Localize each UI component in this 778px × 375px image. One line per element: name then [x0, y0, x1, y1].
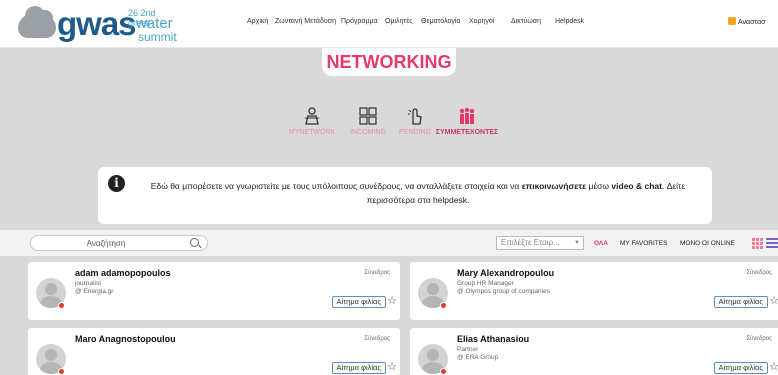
star-icon[interactable]: ☆ — [769, 360, 778, 373]
offline-status-icon — [58, 368, 65, 375]
filter-favorites[interactable]: MY FAVORITES — [620, 240, 667, 247]
participant-role: Σύνεδρος — [746, 270, 772, 276]
nav-item[interactable]: Πρόγραμμα — [341, 18, 378, 25]
tab-label: MYNETWORK — [288, 129, 336, 136]
participant-title: journalist — [75, 280, 102, 287]
friend-request-button[interactable]: Αίτημα φιλίας — [713, 296, 768, 308]
search-box — [30, 235, 208, 251]
nav-item[interactable]: Ζωντανή Μετάδοση — [275, 18, 336, 25]
participant-company: @ Olympos group of companies — [457, 288, 550, 295]
pending-icon — [408, 108, 422, 125]
page-title: NETWORKING — [326, 52, 452, 72]
filter-online[interactable]: ΜΟΝΟ ΟΙ ONLINE — [680, 240, 735, 247]
participants-icon — [459, 107, 475, 124]
grid-view-icon[interactable] — [752, 238, 763, 249]
participant-company: @ Energia.gr — [75, 288, 114, 295]
filter-all[interactable]: ΟΛΑ — [594, 240, 608, 247]
nav-item[interactable]: Χορηγοί — [469, 18, 494, 25]
tab-label: INCOMING — [350, 129, 386, 136]
info-text: Εδώ θα μπορέσετε να γνωριστείτε με τους … — [150, 181, 686, 205]
participant-role: Σύνεδρος — [364, 270, 390, 276]
page-title-box: NETWORKING — [322, 48, 456, 76]
company-select[interactable]: Επιλέξτε Εταιρ... ▼ — [496, 236, 584, 250]
tab-mynetwork[interactable]: MYNETWORK — [282, 106, 342, 136]
participant-card[interactable]: Elias Athanasiou Partner @ ERA Group Σύν… — [410, 328, 778, 375]
nav-item[interactable]: Θεματολογία — [421, 18, 460, 25]
top-header: gwas 26 2nd greek water summit Αρχική Ζων… — [0, 0, 778, 48]
participant-name[interactable]: adam adamopopoulos — [75, 268, 171, 278]
participant-name[interactable]: Maro Anagnostopoulou — [75, 334, 176, 344]
filter-bar: Επιλέξτε Εταιρ... ▼ ΟΛΑ MY FAVORITES ΜΟΝ… — [0, 230, 778, 256]
search-input[interactable] — [31, 236, 181, 250]
participant-company: @ ERA Group — [457, 354, 499, 361]
participant-name[interactable]: Mary Alexandropoulou — [457, 268, 554, 278]
tab-participants[interactable]: ΣΥΜΜΕΤΕΧΟΝΤΕΣ — [427, 106, 507, 136]
participant-card[interactable]: Maro Anagnostopoulou Σύνεδρος Αίτημα φιλ… — [28, 328, 400, 375]
participant-card[interactable]: adam adamopopoulos journalist @ Energia.… — [28, 262, 400, 320]
star-icon[interactable]: ☆ — [387, 294, 397, 307]
info-icon: i — [108, 175, 125, 192]
friend-request-button[interactable]: Αίτημα φιλίας — [713, 362, 768, 374]
user-name: Αναστασ — [738, 19, 766, 26]
incoming-icon — [359, 107, 377, 125]
participant-role: Σύνεδρος — [364, 336, 390, 342]
star-icon[interactable]: ☆ — [387, 360, 397, 373]
gwas-logo[interactable]: gwas 26 2nd greek water summit — [18, 6, 178, 44]
info-box: i Εδώ θα μπορέσετε να γνωριστείτε με του… — [98, 167, 712, 224]
cloud-logo-icon — [18, 6, 56, 38]
logo-sub-water: water — [136, 15, 173, 32]
friend-request-button[interactable]: Αίτημα φιλίας — [331, 296, 386, 308]
logo-sub-summit: summit — [138, 30, 177, 44]
star-icon[interactable]: ☆ — [769, 294, 778, 307]
participant-role: Σύνεδρος — [746, 336, 772, 342]
search-icon[interactable] — [190, 238, 199, 247]
participant-card[interactable]: Mary Alexandropoulou Group HR Manager @ … — [410, 262, 778, 320]
list-view-icon[interactable] — [766, 238, 778, 248]
nav-item[interactable]: Ομιλητές — [385, 18, 413, 25]
participant-name[interactable]: Elias Athanasiou — [457, 334, 529, 344]
participant-title: Group HR Manager — [457, 280, 514, 287]
offline-status-icon — [440, 368, 447, 375]
friend-request-button[interactable]: Αίτημα φιλίας — [331, 362, 386, 374]
chevron-down-icon: ▼ — [574, 240, 580, 246]
network-icon — [305, 107, 319, 125]
offline-status-icon — [58, 302, 65, 309]
nav-item[interactable]: Helpdesk — [555, 18, 584, 25]
user-menu[interactable]: Αναστασ — [728, 17, 765, 26]
nav-item[interactable]: Δικτύωση — [511, 18, 541, 25]
nav-item[interactable]: Αρχική — [247, 18, 268, 25]
offline-status-icon — [440, 302, 447, 309]
participant-title: Partner — [457, 346, 479, 353]
company-select-value: Επιλέξτε Εταιρ... — [501, 238, 560, 247]
user-badge-icon — [728, 17, 736, 25]
tab-label: ΣΥΜΜΕΤΕΧΟΝΤΕΣ — [435, 129, 499, 136]
logo-word: gwas — [57, 5, 137, 42]
